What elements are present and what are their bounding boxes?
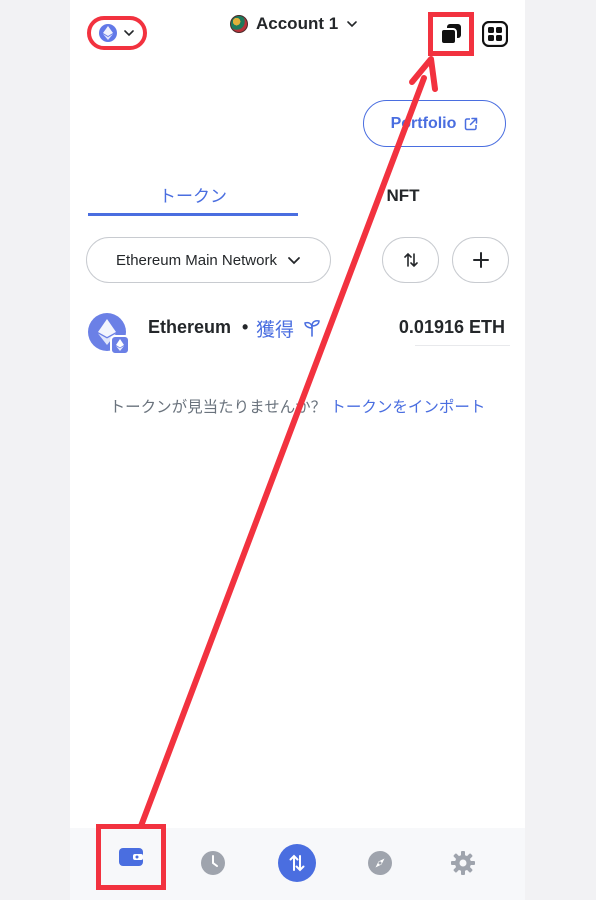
network-filter-dropdown[interactable]: Ethereum Main Network (86, 237, 331, 283)
swap-arrows-icon (278, 844, 316, 882)
copy-icon (440, 24, 461, 45)
ethereum-icon (99, 24, 117, 42)
compass-icon (368, 851, 392, 875)
nav-activity[interactable] (188, 838, 238, 888)
chevron-down-icon (347, 21, 357, 28)
account-picker[interactable]: Account 1 (230, 12, 358, 36)
import-prompt-text: トークンが見当たりませんか？ (109, 399, 327, 416)
nav-swap[interactable] (272, 838, 322, 888)
account-avatar (230, 15, 248, 33)
tab-tokens[interactable]: トークン (88, 176, 298, 216)
wallet-icon (119, 848, 143, 866)
qr-scan-icon (482, 21, 508, 47)
sprout-icon (304, 320, 320, 337)
portfolio-button[interactable]: Portfolio (363, 100, 506, 147)
chevron-down-icon (288, 257, 300, 265)
network-picker[interactable] (87, 16, 147, 50)
network-badge-icon (110, 335, 130, 355)
external-link-icon (465, 117, 478, 130)
import-tokens-prompt: トークンが見当たりませんか？ トークンをインポート (70, 395, 525, 417)
clock-icon (201, 851, 225, 875)
nav-browser[interactable] (355, 838, 405, 888)
portfolio-label: Portfolio (390, 114, 457, 132)
sort-arrows-icon (403, 252, 418, 268)
copy-address-button[interactable] (428, 12, 474, 56)
bottom-navigation (70, 824, 525, 900)
nav-settings[interactable] (438, 838, 488, 888)
network-filter-label: Ethereum Main Network (116, 251, 277, 269)
qr-scan-button[interactable] (474, 13, 516, 55)
nav-wallet[interactable] (96, 824, 166, 890)
phone-screen: Account 1 Portfolio トークン NFT Ethereum Ma… (70, 0, 525, 900)
account-name: Account 1 (256, 14, 339, 33)
gear-icon (451, 851, 475, 875)
earn-link[interactable]: 獲得 (256, 315, 294, 342)
token-row-ethereum[interactable]: Ethereum • 獲得 0.01916 ETH (70, 305, 525, 359)
tab-nft[interactable]: NFT (298, 176, 508, 216)
chevron-down-icon (124, 30, 134, 37)
token-separator: • (242, 317, 249, 337)
divider (415, 345, 510, 346)
import-tokens-link[interactable]: トークンをインポート (330, 399, 485, 416)
token-name: Ethereum (148, 317, 232, 337)
token-balance: 0.01916 ETH (398, 317, 505, 337)
sort-button[interactable] (382, 237, 439, 283)
add-token-button[interactable] (452, 237, 509, 283)
plus-icon (472, 252, 489, 268)
